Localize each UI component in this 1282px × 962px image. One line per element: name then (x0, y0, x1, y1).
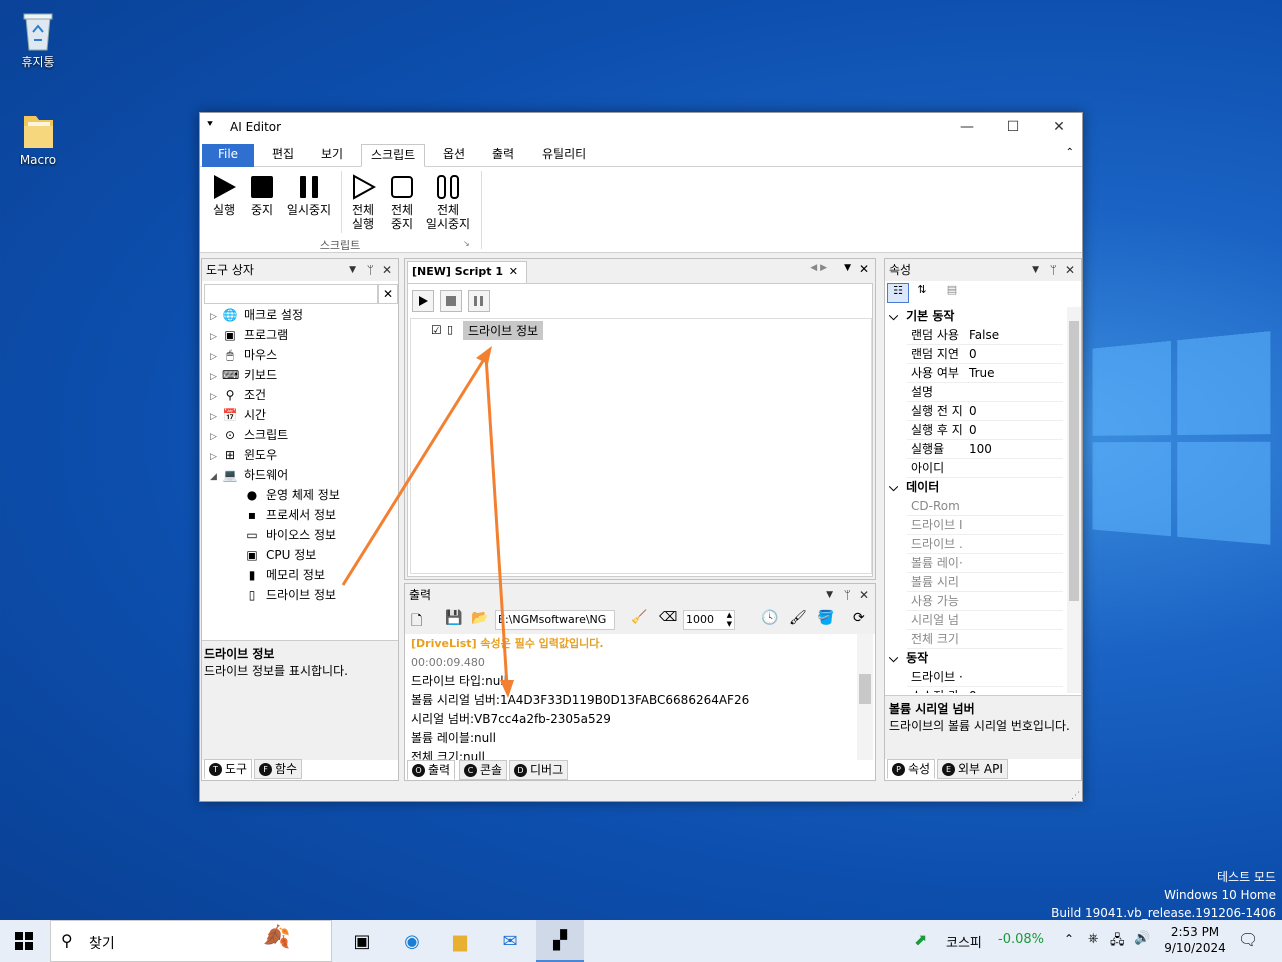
arrow-head (500, 680, 514, 698)
arrow-line (484, 355, 509, 687)
search-icon: ⚲ (61, 931, 73, 950)
annotation-arrows (341, 346, 514, 698)
notification-icon[interactable]: 🗨 (1238, 930, 1258, 949)
show-hidden-icons[interactable]: ⌃ (1064, 932, 1074, 946)
stock-change[interactable]: -0.08% (998, 932, 1044, 947)
ai-editor-taskbar-icon[interactable]: ▞ (536, 920, 584, 962)
mail-icon[interactable]: ✉ (486, 920, 534, 962)
file-explorer-icon[interactable]: ▆ (436, 920, 484, 962)
start-button[interactable] (0, 920, 48, 962)
clock-date: 9/10/2024 (1164, 941, 1226, 955)
autumn-leaf-icon: 🍂 (263, 925, 291, 950)
edge-icon[interactable]: ◉ (388, 920, 436, 962)
keyboard-layout-icon[interactable]: ⎈ (1088, 931, 1098, 946)
stock-chart-icon: ⬈ (914, 930, 928, 949)
arrow-head (476, 346, 492, 364)
clock-time: 2:53 PM (1170, 925, 1220, 939)
search-placeholder: 찾기 (89, 936, 115, 952)
taskbar-search-box[interactable]: ⚲ 찾기 🍂 (50, 920, 332, 962)
network-icon[interactable]: 🖧 (1110, 931, 1125, 953)
arrow-line (341, 355, 488, 586)
windows-start-icon (15, 932, 33, 950)
taskbar: ⚲ 찾기 🍂 ▣ ◉ ▆ ✉ ▞ ⬈ 코스피 -0.08% ⌃ ⎈ 🖧 🔊 2:… (0, 920, 1282, 962)
stock-name[interactable]: 코스피 (946, 932, 982, 951)
clock[interactable]: 2:53 PM 9/10/2024 (1160, 924, 1230, 956)
volume-icon[interactable]: 🔊 (1134, 931, 1150, 946)
task-view-icon[interactable]: ▣ (338, 920, 386, 962)
